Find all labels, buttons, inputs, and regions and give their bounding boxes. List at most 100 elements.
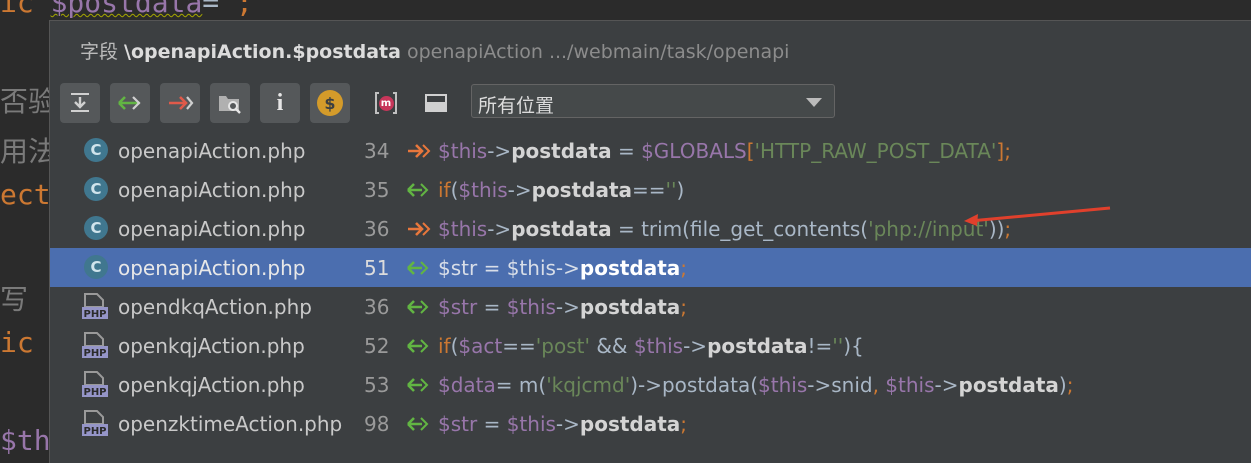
code-token: if — [438, 334, 451, 358]
code-token: $this — [438, 139, 488, 163]
read-access-icon — [407, 261, 429, 275]
usage-row[interactable]: PHP openkqjAction.php 52 if($act=='post' &&… — [50, 326, 1251, 365]
usage-row[interactable]: PHP openzktimeAction.php 98 $str = $this->p… — [50, 404, 1251, 443]
editor-background-line: ic $postdata= ; — [0, 0, 253, 19]
bg-text-6: $th — [0, 424, 51, 457]
code-token: $act — [458, 334, 503, 358]
usage-line-number: 36 — [364, 217, 390, 241]
annotation-arrow-icon — [964, 206, 1111, 226]
php-class-icon: C — [84, 138, 108, 162]
code-token: ) — [1058, 373, 1067, 397]
code-token: '' — [832, 334, 844, 358]
expand-all-icon — [71, 93, 89, 112]
php-label: PHP — [83, 387, 106, 398]
bg-variable: $postdata — [50, 0, 203, 19]
usage-row[interactable]: CopenapiAction.php 35 if($this->postdata==… — [50, 170, 1251, 209]
usage-code-line: if($this->postdata=='') — [438, 178, 684, 202]
bg-text-3: ect — [0, 178, 51, 211]
code-token: ){ — [843, 334, 864, 358]
info-button[interactable]: i — [260, 83, 300, 123]
code-token: 'HTTP_RAW_POST_DATA' — [754, 139, 997, 163]
read-access-button[interactable] — [110, 83, 150, 123]
code-token: $str — [438, 295, 478, 319]
scope-dropdown[interactable]: 所有位置 — [471, 84, 835, 118]
write-access-button[interactable] — [160, 83, 200, 123]
code-token: = — [611, 139, 642, 163]
write-usage-icon — [169, 96, 194, 110]
class-glyph: C — [84, 216, 108, 240]
usage-file-name: openapiAction.php — [118, 217, 306, 241]
code-token: ->snid — [807, 373, 873, 397]
usage-line-number: 52 — [364, 334, 390, 358]
code-token: && — [589, 334, 634, 358]
code-token: postdata — [531, 178, 633, 202]
usage-line-number: 34 — [364, 139, 390, 163]
expand-all-button[interactable] — [60, 83, 100, 123]
merge-icon: m — [373, 90, 399, 116]
code-token: postdata — [579, 412, 681, 436]
read-access-icon — [407, 300, 429, 314]
usage-code-line: if($act=='post' && $this->postdata!=''){ — [438, 334, 864, 358]
usage-code-line: $str = $this->postdata; — [438, 412, 687, 436]
code-token: $this — [458, 178, 508, 202]
code-token: = m( — [495, 373, 547, 397]
write-access-icon — [408, 144, 431, 158]
chevron-down-icon — [806, 98, 822, 107]
usage-file-name: openapiAction.php — [118, 178, 306, 202]
code-token: 'kqjcmd' — [546, 373, 631, 397]
code-token: == — [502, 334, 536, 358]
code-token: ; — [1004, 139, 1011, 163]
usage-file-name: openkqjAction.php — [118, 334, 305, 358]
usage-code-line: $str = $this->postdata; — [438, 295, 687, 319]
bg-text-4: 写 — [0, 283, 29, 316]
php-file-icon: PHP — [82, 410, 108, 437]
preview-icon — [425, 94, 447, 112]
code-token: -> — [934, 373, 959, 397]
php-class-icon: C — [84, 177, 108, 201]
title-symbol: \openapiAction.$postdata — [124, 41, 401, 63]
usage-line-number: 35 — [364, 178, 390, 202]
php-label: PHP — [83, 309, 106, 320]
code-token: $str — [438, 412, 478, 436]
code-token: -> — [487, 217, 512, 241]
bg-tail: ; — [219, 0, 253, 19]
php-file-icon: PHP — [82, 293, 108, 320]
code-token: postdata — [579, 295, 681, 319]
write-access-icon — [408, 222, 431, 236]
code-token: != — [807, 334, 833, 358]
read-access-icon — [407, 417, 429, 431]
usage-file-name: openapiAction.php — [118, 256, 306, 280]
code-token: ; — [680, 295, 688, 319]
code-token: = — [477, 295, 507, 319]
usage-line-number: 98 — [364, 412, 390, 436]
usage-row[interactable]: PHP openkqjAction.php 53 $data= m('kqjcmd')… — [50, 365, 1251, 404]
dollar-glyph: $ — [324, 93, 336, 113]
code-token: -> — [487, 139, 512, 163]
code-token: -> — [507, 178, 532, 202]
bg-text-5: ic — [0, 326, 34, 359]
code-token: ) — [676, 178, 685, 202]
code-token: = trim(file_get_contents( — [611, 217, 869, 241]
usage-row[interactable]: PHP opendkqAction.php 36 $str = $this->post… — [50, 287, 1251, 326]
usage-row[interactable]: CopenapiAction.php 51 $str = $this->postda… — [50, 248, 1251, 287]
filter-variables-button[interactable]: $ — [310, 83, 350, 123]
bg-keyword: ic — [0, 0, 34, 19]
preview-button[interactable] — [416, 83, 456, 123]
bg-text-1: 否验 — [0, 85, 57, 118]
usage-file-name: opendkqAction.php — [118, 295, 312, 319]
code-token: $this — [758, 373, 808, 397]
usage-code-line: $str = $this->postdata; — [438, 256, 687, 280]
usage-code-line: $data= m('kqjcmd')->postdata($this->snid… — [438, 373, 1073, 397]
filter-methods-button[interactable]: m — [366, 83, 406, 123]
code-token: ; — [680, 412, 688, 436]
code-token: -> — [555, 412, 580, 436]
code-token: '' — [665, 178, 677, 202]
php-label: PHP — [83, 426, 106, 437]
group-by-directory-button[interactable] — [210, 83, 250, 123]
read-usage-icon — [118, 96, 141, 110]
usage-line-number: 51 — [364, 256, 390, 280]
usage-line-number: 36 — [364, 295, 390, 319]
code-token: $this — [438, 217, 488, 241]
usage-code-line: $this->postdata = $GLOBALS['HTTP_RAW_POS… — [438, 139, 1011, 163]
usage-row[interactable]: CopenapiAction.php 34 $this->postdata = $G… — [50, 131, 1251, 170]
